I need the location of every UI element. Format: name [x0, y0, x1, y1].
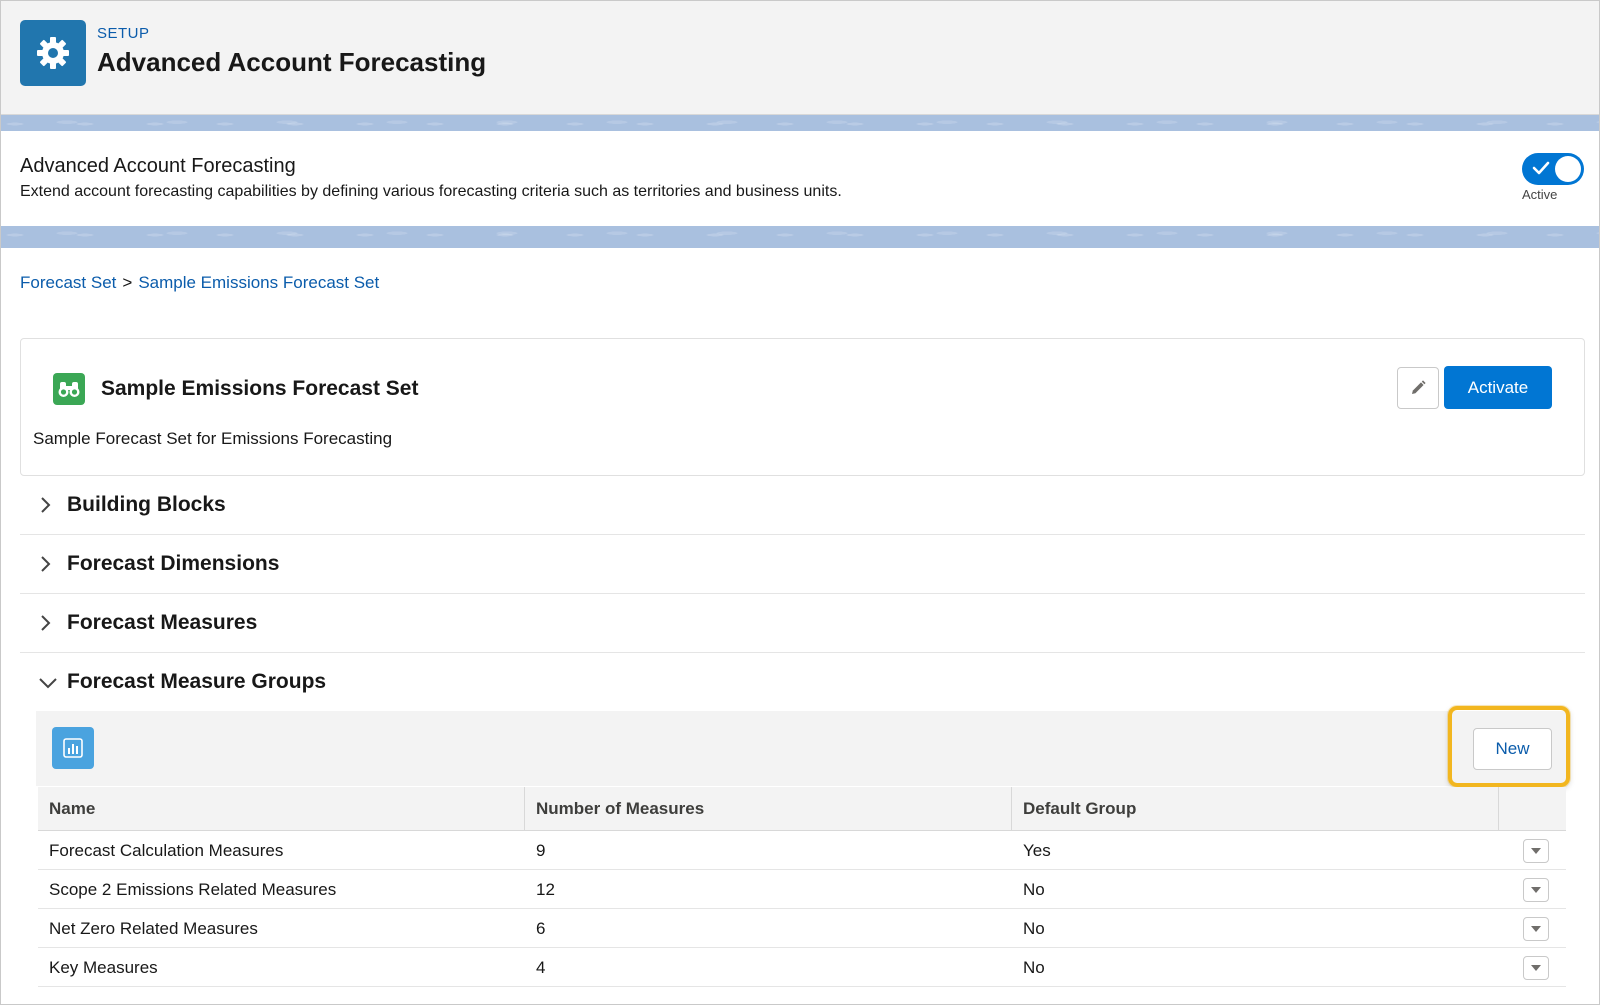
table-row: Scope 2 Emissions Related Measures 12 No	[38, 870, 1566, 909]
measure-groups-table: Name Number of Measures Default Group Fo…	[38, 787, 1566, 987]
section-building-blocks[interactable]: Building Blocks	[20, 476, 1585, 535]
edit-button[interactable]	[1397, 367, 1439, 409]
table-row: Forecast Calculation Measures 9 Yes	[38, 831, 1566, 870]
section-forecast-measures[interactable]: Forecast Measures	[20, 594, 1585, 653]
table-row: Key Measures 4 No	[38, 948, 1566, 987]
breadcrumb: Forecast Set > Sample Emissions Forecast S…	[20, 273, 379, 293]
active-toggle[interactable]	[1522, 153, 1584, 185]
cell-count: 9	[536, 841, 546, 860]
column-header-default-group[interactable]: Default Group	[1012, 787, 1499, 831]
section-title: Forecast Dimensions	[67, 552, 280, 575]
cell-count: 6	[536, 919, 546, 938]
new-button[interactable]: New	[1473, 728, 1552, 770]
toggle-label: Active	[1522, 187, 1558, 202]
activate-button[interactable]: Activate	[1444, 366, 1552, 409]
cell-count: 12	[536, 880, 555, 899]
cell-name: Net Zero Related Measures	[49, 919, 258, 938]
cell-default: Yes	[1023, 841, 1051, 860]
checkmark-icon	[1532, 161, 1550, 175]
feature-title: Advanced Account Forecasting	[20, 155, 296, 177]
cell-count: 4	[536, 958, 546, 977]
breadcrumb-separator: >	[122, 273, 133, 292]
dropdown-arrow-icon	[1531, 965, 1541, 971]
chevron-down-icon	[39, 678, 57, 689]
decorative-band	[1, 115, 1599, 131]
feature-description: Extend account forecasting capabilities …	[20, 183, 842, 200]
bar-chart-icon	[52, 727, 94, 769]
row-actions-button[interactable]	[1523, 839, 1549, 863]
dropdown-arrow-icon	[1531, 848, 1541, 854]
page-title: Advanced Account Forecasting	[97, 47, 487, 77]
page-frame: SETUP Advanced Account Forecasting Advan…	[0, 0, 1600, 1005]
breadcrumb-sample-emissions-forecast-set[interactable]: Sample Emissions Forecast Set	[138, 273, 379, 292]
column-header-number-of-measures[interactable]: Number of Measures	[525, 787, 1012, 831]
cell-name: Forecast Calculation Measures	[49, 841, 284, 860]
column-header-name[interactable]: Name	[38, 787, 525, 831]
chevron-right-icon	[41, 556, 51, 572]
cell-default: No	[1023, 919, 1045, 938]
gear-icon	[20, 20, 86, 86]
related-list-header	[36, 711, 1566, 786]
toggle-knob	[1555, 156, 1581, 182]
table-header: Name Number of Measures Default Group	[38, 787, 1566, 831]
card-title: Sample Emissions Forecast Set	[101, 377, 419, 400]
section-title: Forecast Measure Groups	[67, 670, 327, 693]
cell-name: Key Measures	[49, 958, 158, 977]
decorative-band	[1, 226, 1599, 248]
chevron-right-icon	[41, 497, 51, 513]
chevron-right-icon	[41, 615, 51, 631]
cell-default: No	[1023, 958, 1045, 977]
dropdown-arrow-icon	[1531, 926, 1541, 932]
breadcrumb-forecast-set[interactable]: Forecast Set	[20, 273, 116, 292]
row-actions-button[interactable]	[1523, 878, 1549, 902]
row-actions-button[interactable]	[1523, 917, 1549, 941]
feature-toggle-section: Advanced Account Forecasting Extend acco…	[1, 131, 1599, 226]
pencil-icon	[1412, 380, 1426, 394]
setup-header: SETUP Advanced Account Forecasting	[1, 1, 1599, 115]
section-title: Building Blocks	[67, 493, 226, 516]
forecast-set-card: Sample Emissions Forecast Set Sample For…	[20, 338, 1585, 476]
section-forecast-measure-groups[interactable]: Forecast Measure Groups	[20, 653, 1585, 712]
cell-default: No	[1023, 880, 1045, 899]
section-title: Forecast Measures	[67, 611, 258, 634]
binoculars-icon	[53, 373, 85, 405]
setup-label: SETUP	[97, 25, 150, 42]
card-description: Sample Forecast Set for Emissions Foreca…	[33, 429, 393, 448]
row-actions-button[interactable]	[1523, 956, 1549, 980]
cell-name: Scope 2 Emissions Related Measures	[49, 880, 337, 899]
table-row: Net Zero Related Measures 6 No	[38, 909, 1566, 948]
dropdown-arrow-icon	[1531, 887, 1541, 893]
section-forecast-dimensions[interactable]: Forecast Dimensions	[20, 535, 1585, 594]
